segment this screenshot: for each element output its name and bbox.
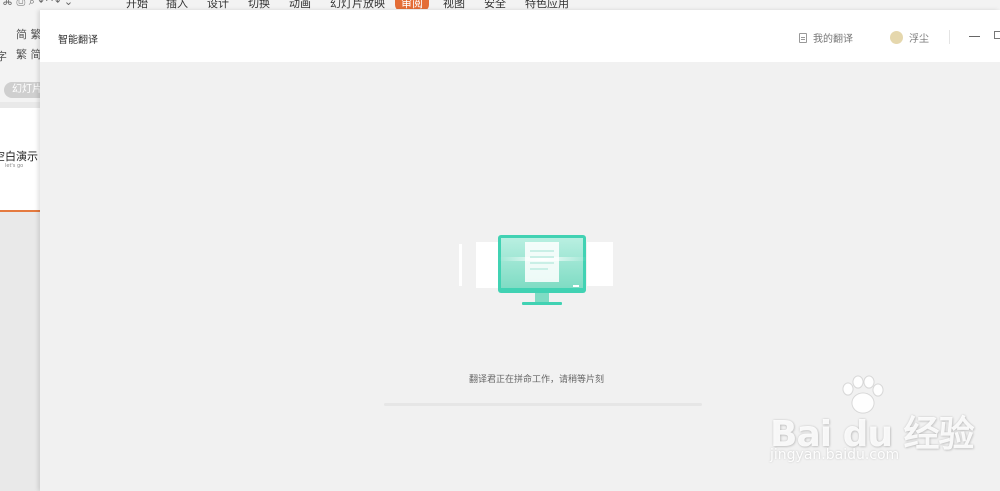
traditional-to-simplified-button[interactable]: 繁 简 [16, 46, 42, 62]
menu-item-insert[interactable]: 插入 [166, 0, 188, 9]
user-name: 浮尘 [909, 34, 929, 45]
menu-item-animation[interactable]: 动画 [289, 0, 311, 9]
menu-item-view[interactable]: 视图 [443, 0, 465, 9]
quick-access-icons[interactable]: ⌘ ⎙ ⌕ ↶ ↷ ⌄ [2, 0, 73, 9]
slide-thumbnail-title: 空白演示 [0, 150, 38, 163]
dialog-header: 智能翻译 我的翻译 浮尘 [40, 10, 1000, 62]
watermark-url: jingyan.baidu.com [770, 447, 900, 463]
menu-item-security[interactable]: 安全 [484, 0, 506, 9]
minimize-button[interactable] [969, 28, 981, 42]
ribbon-fragment: 简 繁 繁 简 字 [0, 22, 42, 70]
progress-bar [384, 403, 702, 406]
ribbon-label-fragment: 字 [0, 50, 7, 63]
my-translation-label: 我的翻译 [813, 34, 853, 45]
document-icon [799, 32, 807, 43]
menu-item-review[interactable]: 审阅 [395, 0, 429, 9]
baidu-jingyan-watermark: Bai du 经验 jingyan.baidu.com [770, 375, 975, 475]
menu-item-design[interactable]: 设计 [207, 0, 229, 9]
menu-item-slideshow[interactable]: 幻灯片放映 [330, 0, 385, 9]
user-account[interactable]: 浮尘 [890, 30, 929, 45]
dialog-title: 智能翻译 [58, 35, 98, 46]
menu-item-special-apps[interactable]: 特色应用 [525, 0, 569, 9]
header-divider [949, 30, 950, 44]
simplified-to-traditional-button[interactable]: 简 繁 [16, 26, 42, 42]
status-message: 翻译君正在拼命工作，请稍等片刻 [468, 375, 604, 385]
slide-thumbnail-subtitle: let's go [5, 163, 24, 169]
menu-item-start[interactable]: 开始 [126, 0, 148, 9]
avatar [890, 31, 903, 44]
translating-computer-illustration [459, 235, 613, 305]
menu-bar: ⌘ ⎙ ⌕ ↶ ↷ ⌄ 开始 插入 设计 切换 动画 幻灯片放映 审阅 视图 安… [0, 0, 1000, 9]
maximize-button[interactable] [994, 31, 1000, 39]
menu-item-transition[interactable]: 切换 [248, 0, 270, 9]
my-translation-link[interactable]: 我的翻译 [799, 30, 853, 45]
slide-thumbnail[interactable]: 空白演示 let's go [0, 108, 40, 212]
